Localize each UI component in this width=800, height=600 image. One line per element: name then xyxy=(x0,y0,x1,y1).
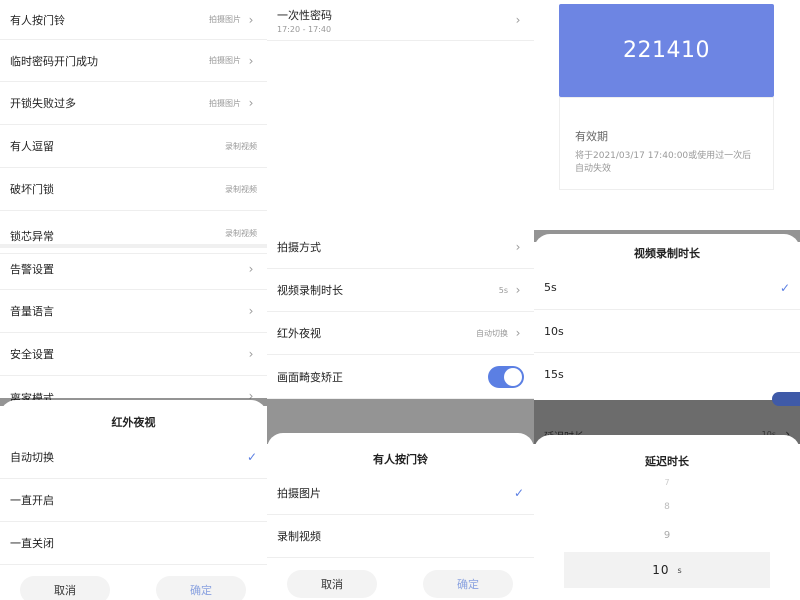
list-item-label: 有人逗留 xyxy=(10,140,54,153)
list-item-value: 自动切换 xyxy=(476,328,508,338)
picker-option[interactable]: 9 xyxy=(534,530,800,541)
chevron-right-icon: › xyxy=(248,261,254,276)
option-10s[interactable]: 10s xyxy=(534,310,800,353)
time-range: 17:20 - 17:40 xyxy=(277,24,332,34)
list-item-label: 临时密码开门成功 xyxy=(10,54,98,68)
list-item-label: 安全设置 xyxy=(10,348,54,361)
option-label: 录制视频 xyxy=(277,530,321,543)
sheet-title: 有人按门铃 xyxy=(373,453,428,466)
chevron-right-icon: › xyxy=(515,283,521,297)
list-item-label: 破坏门锁 xyxy=(10,183,54,196)
toggle-background xyxy=(772,392,800,406)
list-item-value: 录制视频 xyxy=(225,141,257,151)
delay-duration-sheet: 延迟时长 7 8 9 10 s xyxy=(534,435,800,600)
option-label: 5s xyxy=(544,281,557,294)
option-label: 拍摄图片 xyxy=(277,487,321,500)
doorbell-capture-sheet: 有人按门铃 拍摄图片 ✓ 录制视频 取消 确定 xyxy=(267,433,534,600)
list-item-security-settings[interactable]: 安全设置 › xyxy=(0,333,267,376)
list-item-label: 开锁失败过多 xyxy=(10,97,76,110)
chevron-right-icon: › xyxy=(248,347,254,361)
list-item-label: 有人按门铃 xyxy=(10,13,65,27)
list-item-alarm-settings[interactable]: 告警设置 › xyxy=(0,248,267,290)
list-item-volume-language[interactable]: 音量语言 › xyxy=(0,290,267,333)
option-label: 15s xyxy=(544,368,564,381)
confirm-button[interactable]: 确定 xyxy=(156,576,246,600)
list-item-label: 视频录制时长 xyxy=(277,284,343,297)
cancel-button[interactable]: 取消 xyxy=(287,570,377,598)
list-item-value: 录制视频 xyxy=(225,229,257,238)
alert-settings-panel: 有人按门铃 拍摄图片 › 临时密码开门成功 拍摄图片 › 开锁失败过多 拍摄图片… xyxy=(0,0,267,600)
list-item-unlock-fail[interactable]: 开锁失败过多 拍摄图片 › xyxy=(0,82,267,125)
validity-card: 有效期 将于2021/03/17 17:40:00或使用过一次后自动失效 xyxy=(559,97,774,190)
picker-selected-value: 10 xyxy=(652,563,670,577)
option-15s[interactable]: 15s xyxy=(534,353,800,396)
distortion-toggle[interactable] xyxy=(488,365,524,388)
video-duration-sheet: 视频录制时长 5s ✓ 10s 15s xyxy=(534,234,800,400)
list-item-value: 5s xyxy=(498,285,508,295)
list-item-label: 告警设置 xyxy=(10,262,54,276)
otp-code-card: 221410 xyxy=(559,4,774,97)
list-item-capture-method[interactable]: 拍摄方式 › xyxy=(267,226,534,269)
cancel-button[interactable]: 取消 xyxy=(20,576,110,600)
option-always-off[interactable]: 一直关闭 xyxy=(0,522,267,565)
option-capture-photo[interactable]: 拍摄图片 ✓ xyxy=(267,472,534,515)
chevron-right-icon: › xyxy=(248,53,254,68)
option-5s[interactable]: 5s ✓ xyxy=(534,266,800,310)
chevron-right-icon: › xyxy=(515,326,521,340)
checkmark-icon: ✓ xyxy=(246,450,257,464)
list-item-label: 音量语言 xyxy=(10,305,54,318)
picker-unit: s xyxy=(677,565,682,575)
chevron-right-icon: › xyxy=(248,12,254,27)
list-item-value: 拍摄图片 xyxy=(209,15,241,24)
validity-title: 有效期 xyxy=(575,130,608,143)
validity-text: 将于2021/03/17 17:40:00或使用过一次后自动失效 xyxy=(575,151,752,174)
chevron-right-icon: › xyxy=(515,13,521,27)
list-item-value: 录制视频 xyxy=(225,184,257,194)
list-item-lock-damage[interactable]: 破坏门锁 录制视频 xyxy=(0,168,267,211)
picker-option[interactable]: 7 xyxy=(534,479,800,487)
list-item-value: 拍摄图片 xyxy=(209,56,241,65)
night-vision-sheet: 红外夜视 自动切换 ✓ 一直开启 一直关闭 取消 确定 xyxy=(0,400,267,600)
sheet-title: 延迟时长 xyxy=(645,455,689,468)
option-label: 一直关闭 xyxy=(10,537,54,550)
list-item-night-vision[interactable]: 红外夜视 自动切换 › xyxy=(267,312,534,355)
list-item-video-duration[interactable]: 视频录制时长 5s › xyxy=(267,269,534,312)
list-item-temp-password[interactable]: 临时密码开门成功 拍摄图片 › xyxy=(0,40,267,82)
option-label: 10s xyxy=(544,324,564,338)
otp-code: 221410 xyxy=(623,38,710,63)
otp-item-text: 一次性密码 17:20 - 17:40 xyxy=(277,7,332,34)
sheet-title: 视频录制时长 xyxy=(634,247,700,260)
checkmark-icon: ✓ xyxy=(513,486,524,500)
picker-option[interactable]: 8 xyxy=(534,502,800,512)
chevron-right-icon: › xyxy=(248,96,254,110)
checkmark-icon: ✓ xyxy=(779,280,790,295)
list-item-label: 一次性密码 xyxy=(277,8,332,22)
chevron-right-icon: › xyxy=(248,304,254,318)
list-item-distortion-correction: 画面畸变矫正 xyxy=(267,355,534,399)
option-label: 一直开启 xyxy=(10,494,54,507)
option-label: 自动切换 xyxy=(10,451,54,464)
list-item-value: 拍摄图片 xyxy=(209,98,241,108)
list-item-label: 拍摄方式 xyxy=(277,241,321,254)
list-item-label: 画面畸变矫正 xyxy=(277,370,343,384)
option-record-video[interactable]: 录制视频 xyxy=(267,515,534,558)
option-auto-switch[interactable]: 自动切换 ✓ xyxy=(0,436,267,479)
camera-settings-panel: 一次性密码 17:20 - 17:40 › 拍摄方式 › 视频录制时长 5s ›… xyxy=(267,0,534,600)
list-item-one-time-password[interactable]: 一次性密码 17:20 - 17:40 › xyxy=(267,0,534,41)
toggle-knob xyxy=(504,367,522,386)
chevron-right-icon: › xyxy=(515,240,521,254)
list-item-label: 红外夜视 xyxy=(277,327,321,340)
list-item-label: 锁芯异常 xyxy=(10,230,54,243)
sheet-title: 红外夜视 xyxy=(111,416,156,429)
password-and-duration-panel: 221410 有效期 将于2021/03/17 17:40:00或使用过一次后自… xyxy=(534,0,800,600)
list-item-doorbell[interactable]: 有人按门铃 拍摄图片 › xyxy=(0,0,267,40)
confirm-button[interactable]: 确定 xyxy=(423,570,513,598)
option-always-on[interactable]: 一直开启 xyxy=(0,479,267,522)
list-item-loitering[interactable]: 有人逗留 录制视频 xyxy=(0,125,267,168)
picker-selection[interactable]: 10 s xyxy=(564,552,770,588)
